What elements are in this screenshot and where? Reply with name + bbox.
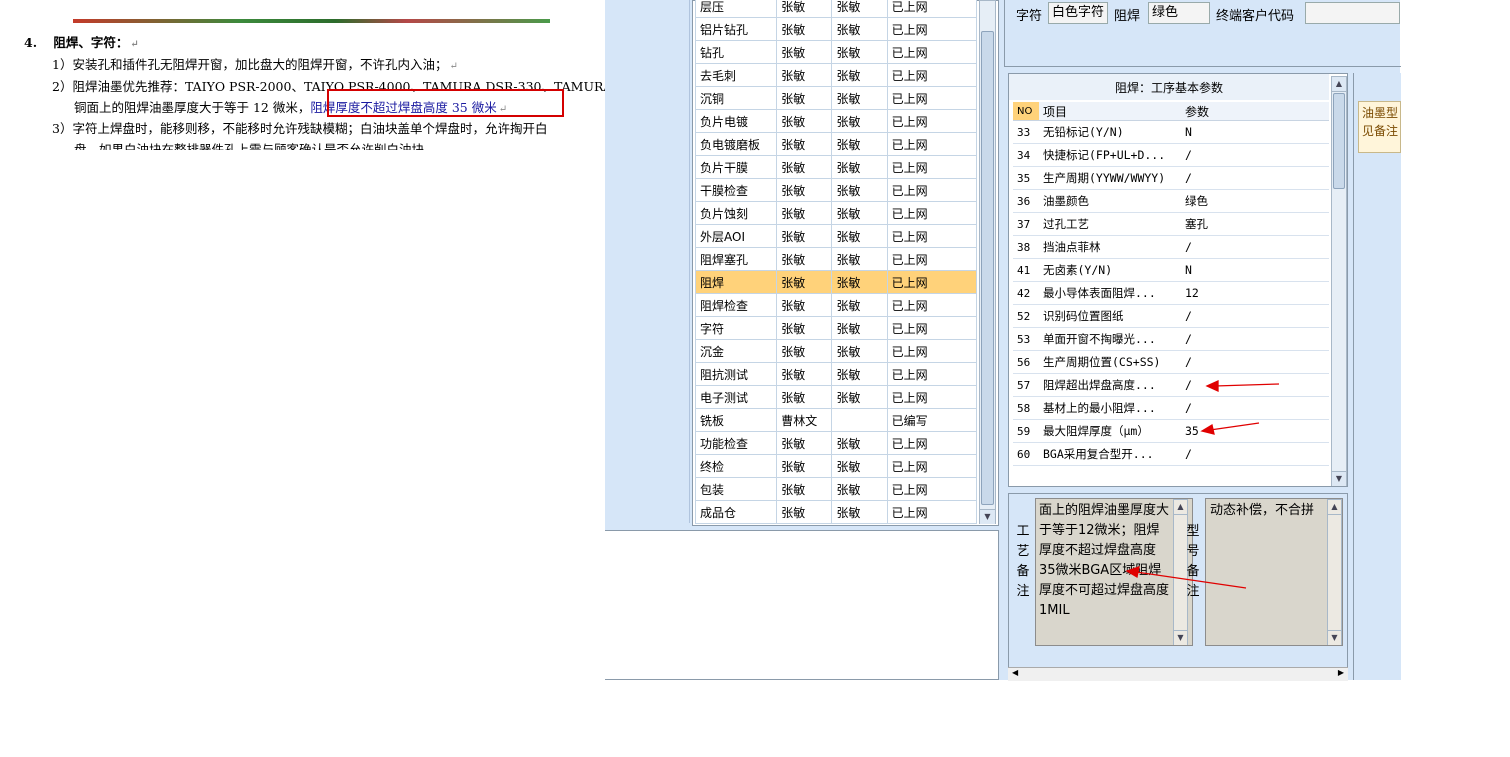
arrow-head-icon — [1125, 566, 1140, 579]
arrow-to-row-59 — [1209, 422, 1260, 431]
annotation-overlay — [1125, 379, 1280, 589]
arrow-head-icon — [1205, 379, 1219, 393]
arrow-head-icon — [1200, 423, 1215, 435]
arrow-to-notes — [1135, 571, 1247, 589]
arrow-to-row-57 — [1214, 383, 1280, 387]
